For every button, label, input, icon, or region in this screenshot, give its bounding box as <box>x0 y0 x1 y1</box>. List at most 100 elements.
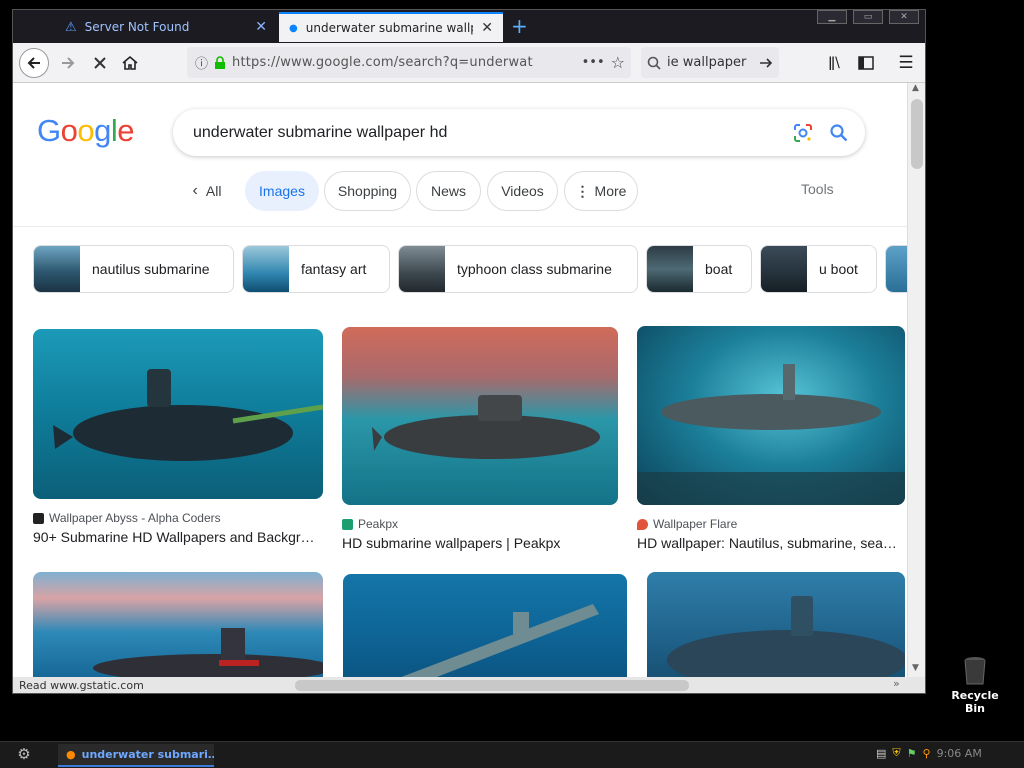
vertical-scrollbar[interactable]: ▲ ▼ <box>907 83 925 677</box>
home-icon <box>122 55 138 70</box>
related-label: fantasy art <box>301 261 367 277</box>
tab-news[interactable]: News <box>416 171 481 211</box>
nav-toolbar: ⓘ https://www.google.com/search?q=underw… <box>13 43 925 83</box>
result-image[interactable] <box>343 574 627 677</box>
image-result[interactable] <box>343 574 627 677</box>
stop-button[interactable] <box>87 50 113 76</box>
tab-underwater-submarine[interactable]: ● underwater submarine wallpa ✕ <box>279 12 503 42</box>
status-bar-text: Read www.gstatic.com <box>15 678 148 693</box>
image-result[interactable] <box>33 572 323 677</box>
tab-label: All <box>205 183 222 199</box>
result-source[interactable]: Wallpaper Flare <box>637 517 905 531</box>
tools-button[interactable]: Tools <box>801 181 834 197</box>
tab-more[interactable]: ⋮ More <box>564 171 638 211</box>
result-title[interactable]: HD wallpaper: Nautilus, submarine, sea… <box>637 535 905 551</box>
image-result[interactable] <box>647 572 905 677</box>
go-arrow-icon[interactable] <box>759 56 773 70</box>
related-thumbnail <box>243 246 289 292</box>
tab-label: Videos <box>501 183 544 199</box>
result-source[interactable]: Peakpx <box>342 517 618 531</box>
start-button[interactable]: ⚙ <box>4 745 44 766</box>
related-search-chip[interactable]: u boot <box>760 245 877 293</box>
tab-server-not-found[interactable]: ⚠ Server Not Found ✕ <box>55 12 277 42</box>
image-result[interactable]: Wallpaper Abyss - Alpha Coders 90+ Subma… <box>33 329 323 545</box>
lock-icon <box>215 55 226 69</box>
close-tab-icon[interactable]: ✕ <box>481 20 493 36</box>
sidebar-button[interactable] <box>853 50 879 76</box>
related-label: nautilus submarine <box>92 261 210 277</box>
close-tab-icon[interactable]: ✕ <box>255 19 267 35</box>
home-button[interactable] <box>117 50 143 76</box>
search-type-tabs: ‹ All Images Shopping News Videos ⋮ More… <box>13 171 907 213</box>
google-logo[interactable]: Google <box>37 113 135 149</box>
back-button[interactable] <box>19 48 49 78</box>
image-result[interactable]: Peakpx HD submarine wallpapers | Peakpx <box>342 327 618 551</box>
result-title[interactable]: HD submarine wallpapers | Peakpx <box>342 535 618 551</box>
url-bar[interactable]: ⓘ https://www.google.com/search?q=underw… <box>187 47 631 78</box>
related-label: u boot <box>819 261 858 277</box>
lens-button[interactable] <box>785 115 821 151</box>
tab-label: News <box>430 183 466 199</box>
page-actions-icon[interactable]: ••• <box>582 55 605 70</box>
taskbar: ⚙ ● underwater submari… ▤ ⛨ ⚑ ⚲ 9:06 AM <box>0 741 1024 768</box>
recycle-bin-label: Recycle Bin <box>951 689 999 715</box>
minimize-button[interactable]: ▁ <box>817 10 847 24</box>
forward-button[interactable] <box>55 50 81 76</box>
system-tray: ▤ ⛨ ⚑ ⚲ 9:06 AM <box>876 746 982 760</box>
related-search-chip[interactable]: fantasy art <box>242 245 390 293</box>
submarine-image <box>93 628 323 677</box>
keyboard-icon[interactable]: ▤ <box>876 747 886 760</box>
recycle-bin-desktop-icon[interactable]: Recycle Bin <box>940 656 1010 715</box>
forward-arrow-icon <box>62 57 75 69</box>
firefox-icon: ● <box>66 748 76 761</box>
tab-label: More <box>594 183 627 199</box>
scroll-down-arrow-icon[interactable]: ▼ <box>912 663 919 673</box>
submarine-image <box>667 596 905 677</box>
related-search-chip[interactable]: boat <box>646 245 752 293</box>
maximize-button[interactable]: ▭ <box>853 10 883 24</box>
result-image[interactable] <box>33 329 323 499</box>
result-image[interactable] <box>33 572 323 677</box>
tab-shopping[interactable]: Shopping <box>324 171 411 211</box>
bookmark-star-icon[interactable]: ☆ <box>611 53 631 72</box>
browser-search-bar[interactable]: ie wallpaper <box>641 47 779 78</box>
taskbar-window-button[interactable]: ● underwater submari… <box>58 744 214 767</box>
network-icon[interactable]: ⚑ <box>907 747 917 760</box>
related-label: boat <box>705 261 733 277</box>
search-bar-text: ie wallpaper <box>667 55 747 70</box>
scroll-right-arrow-icon[interactable]: » <box>893 677 900 690</box>
related-search-chip[interactable] <box>885 245 907 293</box>
clock[interactable]: 9:06 AM <box>937 747 982 760</box>
related-thumbnail <box>34 246 80 292</box>
vertical-scroll-thumb[interactable] <box>911 99 923 169</box>
result-source[interactable]: Wallpaper Abyss - Alpha Coders <box>33 511 323 525</box>
result-title[interactable]: 90+ Submarine HD Wallpapers and Backgr… <box>33 529 323 545</box>
result-image[interactable] <box>637 326 905 505</box>
search-submit-button[interactable] <box>821 115 857 151</box>
horizontal-scrollbar[interactable]: » <box>13 677 925 693</box>
related-thumbnail <box>399 246 445 292</box>
tab-all[interactable]: ‹ All <box>183 171 231 211</box>
tab-label: Shopping <box>337 183 398 199</box>
submarine-image <box>637 364 905 505</box>
new-tab-button[interactable]: + <box>511 14 528 38</box>
library-button[interactable]: ǁ\ <box>821 50 847 76</box>
tab-images[interactable]: Images <box>245 171 319 211</box>
tab-videos[interactable]: Videos <box>487 171 558 211</box>
scroll-up-arrow-icon[interactable]: ▲ <box>912 83 919 93</box>
info-icon[interactable]: ⓘ <box>195 53 208 72</box>
google-lens-icon <box>794 123 812 142</box>
google-search-box[interactable]: underwater submarine wallpaper hd <box>173 109 865 156</box>
related-search-chip[interactable]: typhoon class submarine <box>398 245 638 293</box>
search-tray-icon[interactable]: ⚲ <box>923 747 931 760</box>
related-search-chip[interactable]: nautilus submarine <box>33 245 234 293</box>
source-name: Peakpx <box>358 517 399 531</box>
image-result[interactable]: Wallpaper Flare HD wallpaper: Nautilus, … <box>637 326 905 551</box>
result-image[interactable] <box>342 327 618 505</box>
result-image[interactable] <box>647 572 905 677</box>
close-window-button[interactable]: ✕ <box>889 10 919 24</box>
horizontal-scroll-thumb[interactable] <box>295 680 689 691</box>
shield-icon[interactable]: ⛨ <box>892 746 900 760</box>
menu-button[interactable]: ☰ <box>893 50 919 76</box>
favicon-icon <box>33 512 44 524</box>
